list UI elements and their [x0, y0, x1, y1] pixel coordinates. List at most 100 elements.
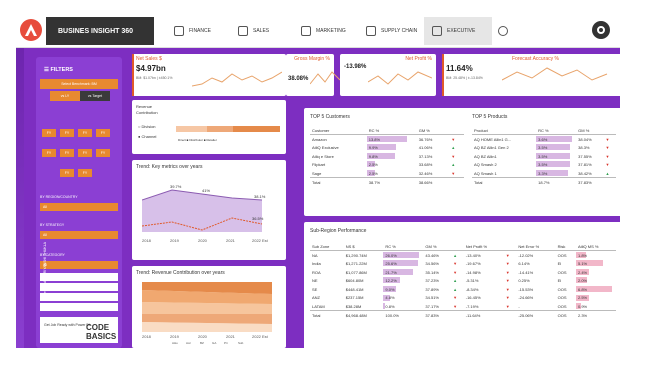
- vs-target-button[interactable]: vs Target: [80, 91, 110, 101]
- net-profit-sparkline: [368, 71, 432, 85]
- kpi-title: Gross Margin %: [294, 56, 330, 62]
- up-arrow-icon: ▲: [453, 278, 458, 284]
- kpi-value: -13.98%: [344, 64, 367, 70]
- column-header: GM %: [423, 242, 452, 252]
- year-button[interactable]: FY: [60, 149, 74, 157]
- table-row[interactable]: AQ Smash 2 3.5% 37.81% ▼: [472, 160, 616, 169]
- top-customers-title: TOP 5 Customers: [310, 114, 350, 120]
- legend-item: GA: [212, 341, 216, 345]
- column-header: Product: [472, 126, 537, 136]
- gross-margin-sparkline: [310, 71, 340, 85]
- down-arrow-icon: ▼: [453, 303, 458, 309]
- table-row[interactable]: NE $604.80M 12.2% 37.23% ▲ -5.31% ▼ 0.25% EI…: [310, 276, 616, 285]
- year-button[interactable]: FY: [78, 169, 92, 177]
- table-row[interactable]: LATAM $38.28M 0.8% 37.17% ▼ -7.19% ▼ - OOS 0…: [310, 302, 616, 311]
- vs-ly-button[interactable]: vs LY: [50, 91, 80, 101]
- down-arrow-icon: ▼: [605, 144, 610, 150]
- down-arrow-icon: ▼: [505, 303, 510, 309]
- column-header: RC %: [383, 242, 424, 252]
- frame-strip: [16, 14, 24, 348]
- table-row[interactable]: ROA $1,077.86M 21.7% 35.14% ▼ -14.98% ▼ -14…: [310, 268, 616, 277]
- x-tick: 2019: [170, 334, 180, 339]
- trend-key-title: Trend: Key metrics over years: [136, 164, 203, 170]
- table-row[interactable]: SE $448.41M 9.0% 37.89% ▲ -8.34% ▼ -15.53% O…: [310, 285, 616, 294]
- top-customers-table: Customer RC % GM % Amazon 13.8% 36.76% ▼…: [310, 126, 464, 187]
- table-row[interactable]: AtliQ Exclusive 9.9% 41.06% ▲: [310, 143, 464, 152]
- year-button[interactable]: FY: [42, 149, 56, 157]
- job-ready-text: Get Job Ready with Power BI: [44, 323, 90, 327]
- table-row[interactable]: AQ Smash 1 3.3% 38.42% ▲: [472, 169, 616, 178]
- table-row[interactable]: Flipkart 2.5% 33.68% ▲: [310, 160, 464, 169]
- x-tick: 2020: [198, 238, 208, 243]
- x-tick: 2020: [198, 334, 208, 339]
- table-row[interactable]: Atliq e Store 9.8% 37.13% ▼: [310, 152, 464, 161]
- table-row[interactable]: ANZ $237.15M 4.8% 34.51% ▼ -16.45% ▼ -24.66…: [310, 294, 616, 303]
- data-label: 39.7%: [170, 184, 182, 189]
- strategy-select[interactable]: All: [40, 231, 118, 239]
- x-tick: 2022 Est: [252, 334, 269, 339]
- settings-button[interactable]: [592, 21, 610, 39]
- tab-marketing-label: MARKETING: [316, 28, 346, 34]
- filter-slot[interactable]: [40, 303, 118, 311]
- total-row: Total 18.7% 37.83%: [472, 177, 616, 187]
- channel-option[interactable]: ● Channel: [138, 134, 156, 139]
- table-row[interactable]: NA $1,290.74M 26.0% 43.46% ▲ -13.40% ▼ -12.…: [310, 251, 616, 260]
- year-button[interactable]: FY: [96, 149, 110, 157]
- legend-item: Pri: [224, 341, 228, 345]
- subregion-table: Sub Zone NS $ RC % GM % Net Profit % Net…: [310, 242, 616, 320]
- filter-slot[interactable]: [40, 273, 118, 281]
- tab-sales[interactable]: SALES: [238, 17, 269, 45]
- down-arrow-icon: ▼: [505, 252, 510, 258]
- table-row[interactable]: AQ BZ Allin1 3.5% 37.55% ▼: [472, 152, 616, 161]
- filters-heading: ☰ FILTERS: [44, 67, 73, 73]
- year-button[interactable]: FY: [96, 129, 110, 137]
- region-select[interactable]: All: [40, 203, 118, 211]
- revenue-contribution-card: Revenue Contribution ○ Division ● Channe…: [132, 100, 286, 154]
- down-arrow-icon: ▼: [451, 170, 456, 176]
- total-row: Total $4,968.48M 100.0% 37.83% -11.64% -25…: [310, 310, 616, 320]
- tab-finance[interactable]: FINANCE: [174, 17, 211, 45]
- kpi-value: 11.64%: [446, 64, 473, 73]
- tab-executive[interactable]: EXECUTIVE: [424, 17, 492, 45]
- table-row[interactable]: Amazon 13.8% 36.76% ▼: [310, 135, 464, 144]
- x-tick: 2018: [142, 238, 152, 243]
- column-header: Risk: [555, 242, 576, 252]
- year-button[interactable]: FY: [60, 169, 74, 177]
- column-header: RC %: [366, 126, 417, 136]
- filter-slot[interactable]: [40, 283, 118, 291]
- table-row[interactable]: AQ HOME Allin1 G... 3.6% 38.04% ▼: [472, 135, 616, 144]
- division-option[interactable]: ○ Division: [138, 124, 156, 129]
- column-header: RC %: [536, 126, 577, 136]
- info-icon: [498, 26, 508, 36]
- column-header: Net Profit %: [463, 242, 504, 252]
- benchmark-label: Select Benchmark: BM: [40, 79, 118, 89]
- forecast-sparkline: [502, 67, 608, 81]
- year-button[interactable]: FY: [60, 129, 74, 137]
- info-button[interactable]: [498, 17, 508, 45]
- filter-slot[interactable]: [40, 293, 118, 301]
- legend-item: Acc: [186, 341, 192, 345]
- x-tick: 2019: [170, 238, 180, 243]
- table-row[interactable]: Sage 2.5% 32.46% ▼: [310, 169, 464, 178]
- top5-card: TOP 5 Customers Customer RC % GM % Amazo…: [304, 108, 620, 216]
- net-sales-sparkline: [192, 71, 282, 87]
- revenue-contribution-chart: 2018 2019 2020 2021 2022 Est AHo Acc BZ …: [142, 282, 272, 345]
- legend-item: BZ: [200, 341, 204, 345]
- down-arrow-icon: ▼: [451, 153, 456, 159]
- year-button[interactable]: FY: [42, 129, 56, 137]
- tab-supply-chain[interactable]: SUPPLY CHAIN: [366, 17, 417, 45]
- table-row[interactable]: AQ BZ Allin1 Gen 2 3.5% 38.3% ▼: [472, 143, 616, 152]
- down-arrow-icon: ▼: [505, 278, 510, 284]
- year-button[interactable]: FY: [78, 129, 92, 137]
- down-arrow-icon: ▼: [605, 136, 610, 142]
- x-tick: 2022 Est: [252, 238, 269, 243]
- trend-rev-title: Trend: Revenue Contribution over years: [136, 270, 225, 276]
- tab-marketing[interactable]: MARKETING: [301, 17, 346, 45]
- kpi-title: Net Profit %: [405, 56, 432, 62]
- category-select[interactable]: All: [40, 261, 118, 269]
- year-button[interactable]: FY: [78, 149, 92, 157]
- kpi-title: Net Sales $: [136, 56, 162, 62]
- kpi-benchmark: BM: 25.48% | ±-13.84%: [446, 76, 483, 80]
- table-row[interactable]: India $1,271.22M 25.6% 34.56% ▼ -19.67% ▼ 6…: [310, 259, 616, 268]
- subregion-card: Sub-Region Performance Sub Zone NS $ RC …: [304, 222, 620, 348]
